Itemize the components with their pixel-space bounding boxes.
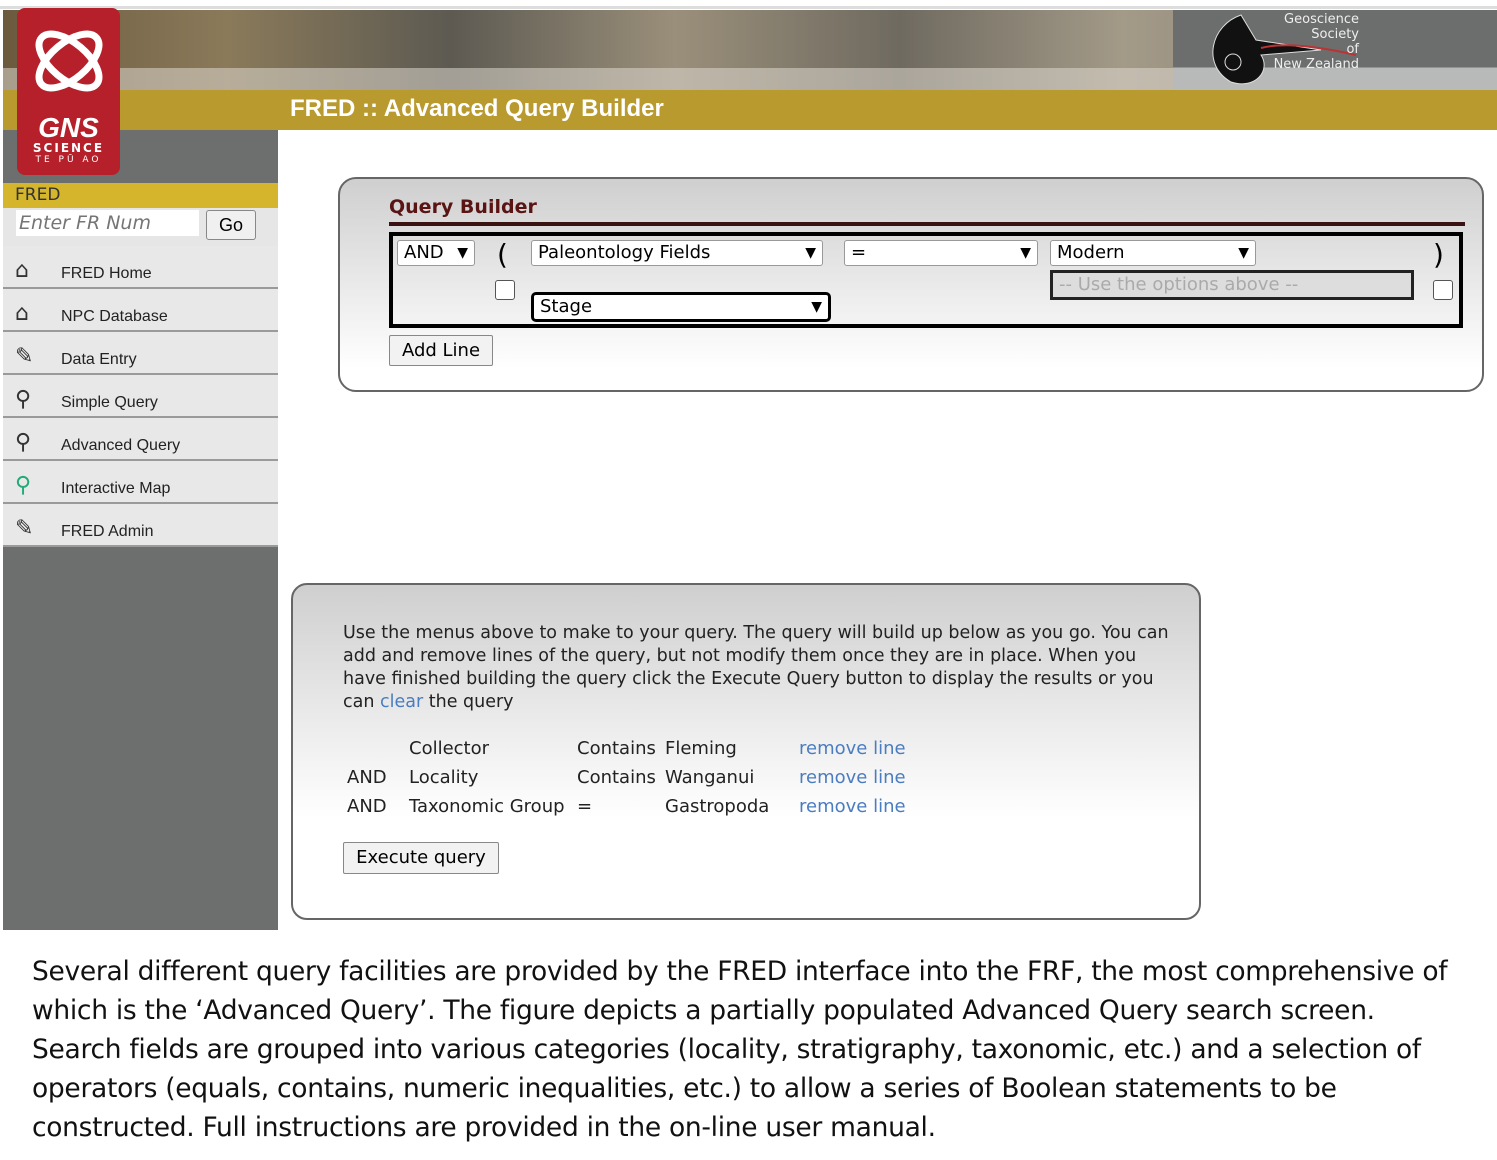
- go-button[interactable]: Go: [206, 210, 256, 240]
- chevron-down-icon: ▼: [1238, 245, 1249, 261]
- sidebar-item-simple-query[interactable]: ⚲ Simple Query: [3, 375, 278, 418]
- chevron-down-icon: ▼: [457, 245, 468, 261]
- category-select[interactable]: Paleontology Fields ▼: [531, 240, 823, 266]
- sidebar-item-npc-database[interactable]: ⌂ NPC Database: [3, 289, 278, 332]
- query-builder-heading: Query Builder: [389, 196, 537, 218]
- add-line-button[interactable]: Add Line: [389, 335, 493, 366]
- sidebar-item-fred-home[interactable]: ⌂ FRED Home: [3, 246, 278, 289]
- sidebar-item-data-entry[interactable]: ✎ Data Entry: [3, 332, 278, 375]
- house-icon: ⌂: [15, 301, 29, 326]
- society-name: Geoscience Society of New Zealand: [1273, 12, 1359, 72]
- value-select[interactable]: Modern ▼: [1050, 240, 1256, 266]
- title-bar: [3, 90, 1497, 130]
- close-paren-checkbox[interactable]: [1433, 280, 1453, 300]
- sidebar-item-advanced-query[interactable]: ⚲ Advanced Query: [3, 418, 278, 461]
- figure-caption: Several different query facilities are p…: [32, 956, 1448, 1143]
- remove-line-link[interactable]: remove line: [799, 767, 906, 788]
- close-paren: ): [1433, 238, 1444, 271]
- sidebar-section-label: FRED: [3, 183, 278, 208]
- map-icon: ⚲: [15, 473, 32, 498]
- heading-rule: [389, 222, 1465, 226]
- house-icon: ⌂: [15, 258, 29, 283]
- open-paren-checkbox[interactable]: [495, 280, 515, 300]
- open-paren: (: [497, 238, 508, 271]
- sidebar-item-interactive-map[interactable]: ⚲ Interactive Map: [3, 461, 278, 504]
- fr-number-input[interactable]: [16, 210, 199, 236]
- header-banner-strip: [3, 68, 1173, 90]
- magnifier-icon: ⚲: [15, 430, 32, 455]
- value-text-input[interactable]: -- Use the options above --: [1050, 270, 1414, 300]
- geoscience-society-logo: Geoscience Society of New Zealand: [1173, 10, 1497, 90]
- execute-query-button[interactable]: Execute query: [343, 842, 499, 874]
- pencil-icon: ✎: [15, 516, 34, 541]
- field-select[interactable]: Stage ▼: [531, 292, 831, 322]
- pencil-icon: ✎: [15, 344, 34, 369]
- sidebar-item-fred-admin[interactable]: ✎ FRED Admin: [3, 504, 278, 547]
- page-title: FRED :: Advanced Query Builder: [290, 95, 664, 122]
- remove-line-link[interactable]: remove line: [799, 738, 906, 759]
- chevron-down-icon: ▼: [805, 245, 816, 261]
- conjunction-select[interactable]: AND ▼: [397, 240, 475, 266]
- query-line-editor: AND ▼ ( Paleontology Fields ▼ Stage ▼ = ▼ Mo…: [389, 232, 1463, 328]
- chevron-down-icon: ▼: [811, 299, 822, 315]
- operator-select[interactable]: = ▼: [844, 240, 1038, 266]
- instructions-text: Use the menus above to make to your quer…: [343, 623, 1169, 712]
- top-border: [0, 6, 1497, 9]
- magnifier-icon: ⚲: [15, 387, 32, 412]
- chevron-down-icon: ▼: [1020, 245, 1031, 261]
- clear-link[interactable]: clear: [380, 692, 423, 712]
- gns-logo[interactable]: GNS SCIENCE TE PŪ AO: [17, 8, 120, 175]
- remove-line-link[interactable]: remove line: [799, 796, 906, 817]
- atom-icon: [35, 30, 102, 92]
- sidebar-menu: ⌂ FRED Home ⌂ NPC Database ✎ Data Entry ⚲ Si…: [3, 246, 278, 547]
